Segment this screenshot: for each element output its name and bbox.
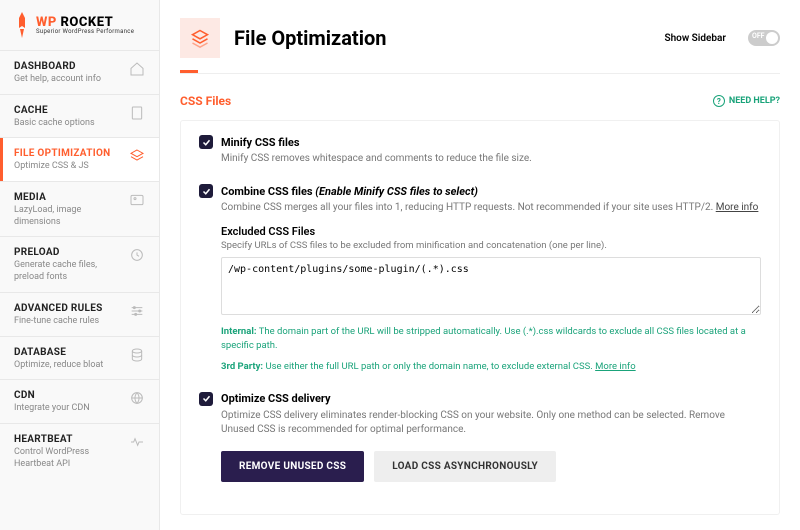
rocket-icon xyxy=(14,12,30,38)
optimize-css-checkbox[interactable] xyxy=(199,392,213,406)
help-icon: ? xyxy=(713,95,725,107)
clock-icon xyxy=(129,247,145,263)
home-icon xyxy=(129,61,145,77)
layers-icon xyxy=(129,148,145,164)
section-title: CSS Files xyxy=(180,94,231,108)
sidebar-item-dashboard[interactable]: DASHBOARDGet help, account info xyxy=(0,50,159,94)
optimize-css-label: Optimize CSS delivery xyxy=(221,392,331,405)
header-layers-icon xyxy=(180,18,220,58)
image-icon xyxy=(129,192,145,208)
sidebar-item-database[interactable]: DATABASEOptimize, reduce bloat xyxy=(0,336,159,380)
remove-unused-css-button[interactable]: REMOVE UNUSED CSS xyxy=(221,451,364,482)
main-content: File Optimization Show Sidebar OFF CSS F… xyxy=(160,0,800,530)
database-icon xyxy=(129,347,145,363)
sidebar-item-cdn[interactable]: CDNIntegrate your CDN xyxy=(0,379,159,423)
excluded-css-desc: Specify URLs of CSS files to be excluded… xyxy=(221,240,761,251)
field-combine-css: Combine CSS files (Enable Minify CSS fil… xyxy=(199,184,761,374)
combine-css-desc: Combine CSS merges all your files into 1… xyxy=(221,201,761,215)
minify-css-label: Minify CSS files xyxy=(221,136,300,149)
page-icon xyxy=(129,105,145,121)
sliders-icon xyxy=(129,303,145,319)
need-help-link[interactable]: ? NEED HELP? xyxy=(713,95,780,107)
css-settings-panel: Minify CSS files Minify CSS removes whit… xyxy=(180,120,780,515)
section-header: CSS Files ? NEED HELP? xyxy=(160,74,800,120)
page-header: File Optimization Show Sidebar OFF xyxy=(160,0,800,70)
sidebar-item-cache[interactable]: CACHEBasic cache options xyxy=(0,94,159,138)
excluded-css-textarea[interactable] xyxy=(221,257,761,315)
sidebar-item-advanced-rules[interactable]: ADVANCED RULESFine-tune cache rules xyxy=(0,292,159,336)
combine-more-info-link[interactable]: More info xyxy=(716,202,759,213)
combine-css-checkbox[interactable] xyxy=(199,184,213,198)
minify-css-desc: Minify CSS removes whitespace and commen… xyxy=(221,152,761,166)
sidebar-item-preload[interactable]: PRELOADGenerate cache files, preload fon… xyxy=(0,236,159,291)
field-optimize-css-delivery: Optimize CSS delivery Optimize CSS deliv… xyxy=(199,392,761,482)
logo-subtitle: Superior WordPress Performance xyxy=(36,28,134,35)
sidebar-item-heartbeat[interactable]: HEARTBEATControl WordPress Heartbeat API xyxy=(0,423,159,478)
sidebar-item-media[interactable]: MEDIALazyLoad, image dimensions xyxy=(0,181,159,236)
logo: WP ROCKET Superior WordPress Performance xyxy=(0,0,159,50)
active-tab-indicator xyxy=(180,70,198,73)
show-sidebar-label: Show Sidebar xyxy=(664,33,726,44)
show-sidebar-toggle[interactable]: OFF xyxy=(748,30,780,46)
combine-css-label: Combine CSS files (Enable Minify CSS fil… xyxy=(221,185,478,198)
field-minify-css: Minify CSS files Minify CSS removes whit… xyxy=(199,135,761,166)
minify-css-checkbox[interactable] xyxy=(199,135,213,149)
sidebar-item-file-optimization[interactable]: FILE OPTIMIZATIONOptimize CSS & JS xyxy=(0,137,159,181)
heartbeat-icon xyxy=(129,434,145,450)
load-css-async-button[interactable]: LOAD CSS ASYNCHRONOUSLY xyxy=(374,451,556,482)
sidebar: WP ROCKET Superior WordPress Performance… xyxy=(0,0,160,530)
optimize-css-desc: Optimize CSS delivery eliminates render-… xyxy=(221,409,761,437)
excluded-hint-3rdparty: 3rd Party: Use either the full URL path … xyxy=(221,360,761,374)
excluded-css-label: Excluded CSS Files xyxy=(221,225,761,238)
thirdparty-more-info-link[interactable]: More info xyxy=(595,361,636,372)
excluded-hint-internal: Internal: The domain part of the URL wil… xyxy=(221,325,761,354)
page-title: File Optimization xyxy=(234,26,650,50)
globe-icon xyxy=(129,390,145,406)
